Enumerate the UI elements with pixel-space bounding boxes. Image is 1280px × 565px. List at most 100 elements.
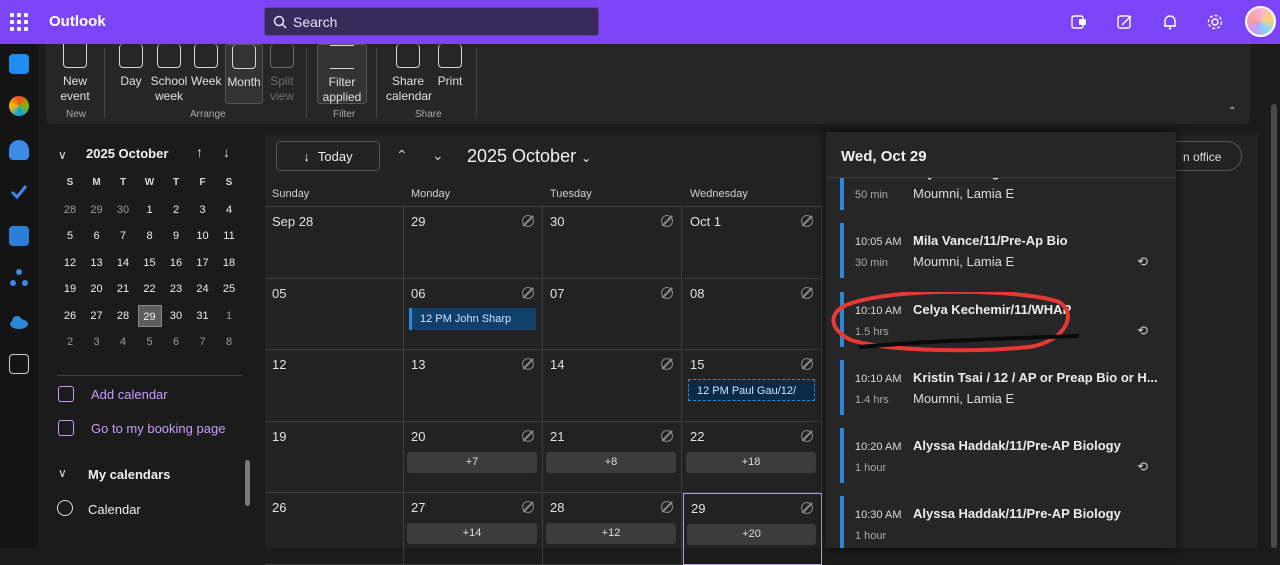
day-cell[interactable]: 14: [543, 350, 682, 422]
mini-day[interactable]: 2: [164, 199, 188, 221]
calendar-checkbox[interactable]: [57, 500, 73, 516]
mini-day[interactable]: 28: [111, 305, 135, 327]
mini-day[interactable]: 10: [191, 225, 215, 247]
booking-page-link[interactable]: Go to my booking page: [91, 421, 225, 436]
day-cell[interactable]: 13: [404, 350, 543, 422]
calendar-event[interactable]: 12 PM John Sharp: [409, 307, 536, 330]
mini-day[interactable]: 26: [58, 305, 82, 327]
day-view-button[interactable]: Day: [116, 44, 146, 89]
mini-day[interactable]: 8: [138, 225, 162, 247]
org-chart-icon[interactable]: [9, 268, 29, 288]
app-launcher-icon[interactable]: [10, 13, 28, 31]
day-cell[interactable]: 29: [404, 207, 543, 279]
day-cell[interactable]: 08: [683, 278, 822, 350]
day-cell[interactable]: 15 12 PM Paul Gau/12/: [683, 350, 822, 422]
day-cell[interactable]: 05: [265, 278, 404, 350]
day-cell[interactable]: 26: [265, 493, 404, 565]
school-week-button[interactable]: School week: [150, 44, 188, 104]
calendar-item-label[interactable]: Calendar: [88, 502, 141, 517]
mini-day[interactable]: 16: [164, 252, 188, 274]
mini-day[interactable]: 7: [191, 331, 215, 353]
mini-day[interactable]: 23: [164, 278, 188, 300]
mini-day[interactable]: 30: [111, 199, 135, 221]
mini-day[interactable]: 3: [85, 331, 109, 353]
mini-day[interactable]: 22: [138, 278, 162, 300]
calendar-app-icon[interactable]: [9, 54, 29, 74]
copilot-icon[interactable]: [9, 96, 29, 116]
page-scrollbar[interactable]: [1271, 104, 1277, 548]
chevron-down-icon[interactable]: ⌄: [432, 147, 444, 164]
mini-day[interactable]: 13: [85, 252, 109, 274]
day-cell[interactable]: 19: [265, 421, 404, 493]
mini-day[interactable]: 21: [111, 278, 135, 300]
more-events-button[interactable]: +18: [686, 451, 816, 473]
month-title[interactable]: 2025 October ⌄: [467, 146, 591, 167]
mini-day[interactable]: 6: [85, 225, 109, 247]
filter-button[interactable]: Filter applied: [317, 44, 367, 104]
day-cell[interactable]: 21 +8: [543, 421, 682, 493]
mini-day[interactable]: 4: [217, 199, 241, 221]
today-button[interactable]: ↓ Today: [276, 141, 380, 171]
day-cell[interactable]: 27 +14: [404, 493, 543, 565]
day-cell[interactable]: 12: [265, 350, 404, 422]
chevron-down-icon[interactable]: ∨: [58, 466, 67, 480]
mini-day[interactable]: 6: [164, 331, 188, 353]
more-events-button[interactable]: +7: [407, 451, 537, 473]
print-button[interactable]: Print: [434, 44, 466, 89]
day-cell[interactable]: 30: [543, 207, 682, 279]
mini-day[interactable]: 24: [191, 278, 215, 300]
mini-day[interactable]: 25: [217, 278, 241, 300]
day-cell[interactable]: 06 12 PM John Sharp: [404, 278, 543, 350]
agenda-item[interactable]: 10:10 AM 1.5 hrs Celya Kechemir/11/WHAP ⟲: [840, 292, 1165, 347]
mini-day[interactable]: 4: [111, 331, 135, 353]
mini-day[interactable]: 1: [217, 305, 241, 327]
mini-day[interactable]: 30: [164, 305, 188, 327]
onedrive-icon[interactable]: [9, 312, 29, 332]
agenda-item[interactable]: 10:05 AM 30 min Mila Vance/11/Pre-Ap Bio Mo…: [840, 223, 1165, 278]
mini-day[interactable]: 3: [191, 199, 215, 221]
more-events-button[interactable]: +14: [407, 523, 537, 544]
more-events-button[interactable]: +12: [546, 523, 676, 544]
agenda-item[interactable]: 10:10 AM 1.4 hrs Kristin Tsai / 12 / AP or…: [840, 360, 1165, 415]
mini-day[interactable]: 17: [191, 252, 215, 274]
day-cell[interactable]: 22 +18: [683, 421, 822, 493]
mini-day[interactable]: 29: [85, 199, 109, 221]
search-input[interactable]: Search: [264, 7, 599, 36]
day-cell[interactable]: 29 +20: [683, 493, 822, 565]
day-cell[interactable]: Oct 1: [683, 207, 822, 279]
gear-icon[interactable]: [1204, 11, 1226, 33]
mini-day[interactable]: 11: [217, 225, 241, 247]
teams-icon[interactable]: [1068, 11, 1090, 33]
app-title[interactable]: Outlook: [49, 13, 106, 30]
mini-day[interactable]: 20: [85, 278, 109, 300]
avatar[interactable]: [1245, 6, 1276, 37]
mini-day[interactable]: 12: [58, 252, 82, 274]
people-icon[interactable]: [9, 140, 29, 160]
agenda-item[interactable]: 10:20 AM 1 hour Alyssa Haddak/11/Pre-AP Bi…: [840, 428, 1165, 483]
day-cell[interactable]: 28 +12: [543, 493, 682, 565]
split-view-button[interactable]: Split view: [266, 44, 298, 104]
mini-day[interactable]: 5: [58, 225, 82, 247]
mini-day[interactable]: 15: [138, 252, 162, 274]
sidebar-scrollbar[interactable]: [245, 460, 250, 506]
chevron-down-icon[interactable]: ∨: [58, 148, 67, 162]
mini-day[interactable]: 14: [111, 252, 135, 274]
arrow-down-icon[interactable]: ↓: [223, 144, 230, 160]
agenda-item[interactable]: 10:30 AM 1 hour Alyssa Haddak/11/Pre-AP Bi…: [840, 496, 1165, 548]
mini-day[interactable]: 31: [191, 305, 215, 327]
new-event-button[interactable]: New event: [54, 44, 96, 104]
day-cell[interactable]: 07: [543, 278, 682, 350]
mini-day[interactable]: 7: [111, 225, 135, 247]
chevron-up-icon[interactable]: ⌃: [396, 147, 408, 164]
day-cell[interactable]: Sep 28: [265, 207, 404, 279]
mini-day[interactable]: 8: [217, 331, 241, 353]
my-calendars-heading[interactable]: My calendars: [88, 467, 170, 482]
todo-check-icon[interactable]: [9, 182, 29, 202]
more-events-button[interactable]: +8: [546, 451, 676, 473]
mini-day[interactable]: 28: [58, 199, 82, 221]
add-calendar-link[interactable]: Add calendar: [91, 387, 168, 402]
week-view-button[interactable]: Week: [191, 44, 221, 89]
compose-note-icon[interactable]: [1114, 11, 1136, 33]
day-cell[interactable]: 20 +7: [404, 421, 543, 493]
mini-day[interactable]: 2: [58, 331, 82, 353]
